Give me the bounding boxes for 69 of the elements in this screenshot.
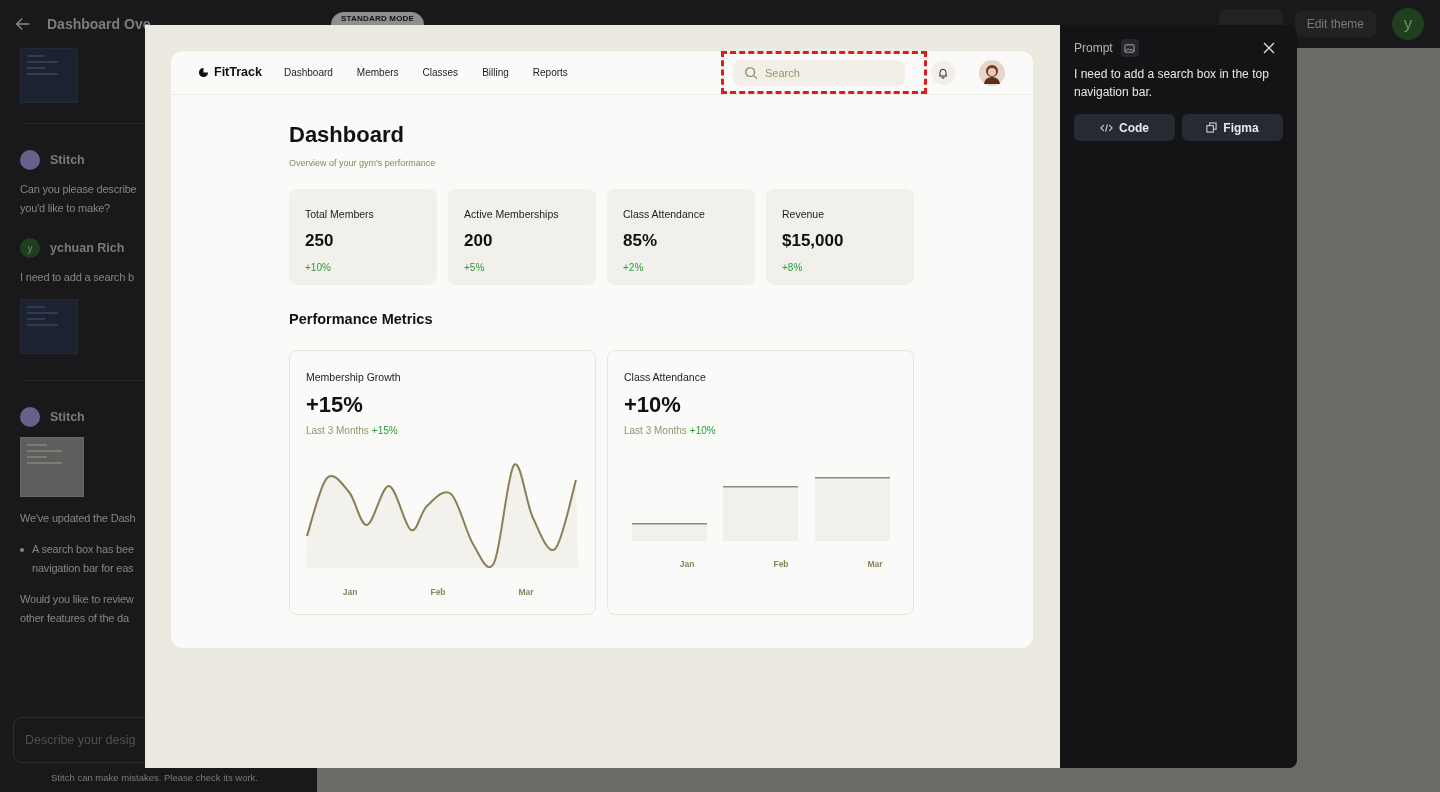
user-avatar: y — [20, 238, 40, 258]
disclaimer-text: Stitch can make mistakes. Please check its work. — [51, 771, 258, 785]
stat-change: +8% — [782, 260, 804, 275]
copy-icon — [1206, 122, 1218, 133]
assistant-avatar — [20, 150, 40, 170]
image-icon — [1124, 42, 1136, 54]
nav-link[interactable]: Classes — [422, 65, 459, 80]
message-text: A search box has bee navigation bar for eas — [32, 542, 134, 576]
chart-title: Class Attendance — [624, 370, 707, 386]
axis-label: Mar — [867, 558, 883, 571]
chart-value: +10% — [624, 391, 682, 419]
period-change: +10% — [689, 424, 716, 438]
stat-label: Revenue — [782, 206, 826, 222]
message-text: Can you please describe you'd like to make? — [20, 182, 138, 216]
thumbnail[interactable] — [20, 48, 78, 103]
chart-title: Membership Growth — [306, 370, 402, 386]
mode-badge: STANDARD MODE — [331, 12, 425, 25]
axis-label: Mar — [518, 586, 534, 599]
bell-icon — [937, 66, 949, 79]
axis-label: Jan — [679, 558, 695, 571]
axis-label: Jan — [342, 586, 358, 599]
section-heading: Performance Metrics — [289, 309, 434, 329]
axis-label: Feb — [773, 558, 789, 571]
message-text: I need to add a search b — [20, 270, 135, 285]
stat-label: Total Members — [305, 206, 375, 222]
thumbnail[interactable] — [20, 299, 78, 354]
nav-link[interactable]: Dashboard — [283, 65, 333, 80]
close-icon[interactable] — [1263, 42, 1275, 54]
period-label: Last 3 Months — [624, 424, 687, 438]
thumbnail[interactable] — [20, 437, 84, 497]
page-heading: Dashboard — [289, 121, 405, 149]
code-button[interactable]: Code — [1074, 114, 1175, 141]
edit-theme-button[interactable]: Edit theme — [1294, 11, 1376, 37]
nav-link[interactable]: Billing — [482, 65, 509, 80]
panel-label: Prompt — [1074, 40, 1113, 57]
search-field[interactable]: Search — [733, 59, 905, 86]
page-subtitle: Overview of your gym's performance — [289, 157, 437, 170]
brand-name[interactable]: FitTrack — [214, 63, 262, 82]
stat-value: 250 — [305, 230, 335, 253]
stat-change: +5% — [464, 260, 486, 275]
search-icon — [744, 65, 758, 80]
back-icon[interactable] — [14, 15, 32, 33]
stat-value: 85% — [623, 230, 659, 253]
author-name: Stitch — [50, 408, 85, 426]
image-attachment-button[interactable] — [1120, 39, 1139, 57]
axis-label: Feb — [430, 586, 446, 599]
stat-change: +2% — [623, 260, 645, 275]
stat-value: $15,000 — [782, 230, 845, 253]
author-name: Stitch — [50, 151, 85, 169]
figma-button[interactable]: Figma — [1182, 114, 1283, 141]
notifications-button[interactable] — [931, 60, 955, 85]
author-name: ychuan Rich — [50, 239, 125, 257]
period-label: Last 3 Months — [306, 424, 369, 438]
message-text: We've updated the Dash — [20, 511, 137, 526]
period-change: +15% — [371, 424, 398, 438]
stat-label: Class Attendance — [623, 206, 706, 222]
profile-avatar[interactable] — [979, 59, 1005, 86]
assistant-avatar — [20, 407, 40, 427]
code-icon — [1100, 122, 1113, 133]
chart-value: +15% — [306, 391, 364, 419]
prompt-text: I need to add a search box in the top navigation bar. — [1074, 66, 1270, 101]
stat-change: +10% — [305, 260, 332, 275]
logo-icon[interactable] — [198, 67, 209, 78]
nav-link[interactable]: Members — [356, 65, 399, 80]
bullet-icon — [20, 548, 24, 552]
message-text: Would you like to review other features of the da — [20, 592, 135, 626]
stat-value: 200 — [464, 230, 494, 253]
stat-label: Active Memberships — [464, 206, 560, 222]
nav-link[interactable]: Reports — [532, 65, 568, 80]
